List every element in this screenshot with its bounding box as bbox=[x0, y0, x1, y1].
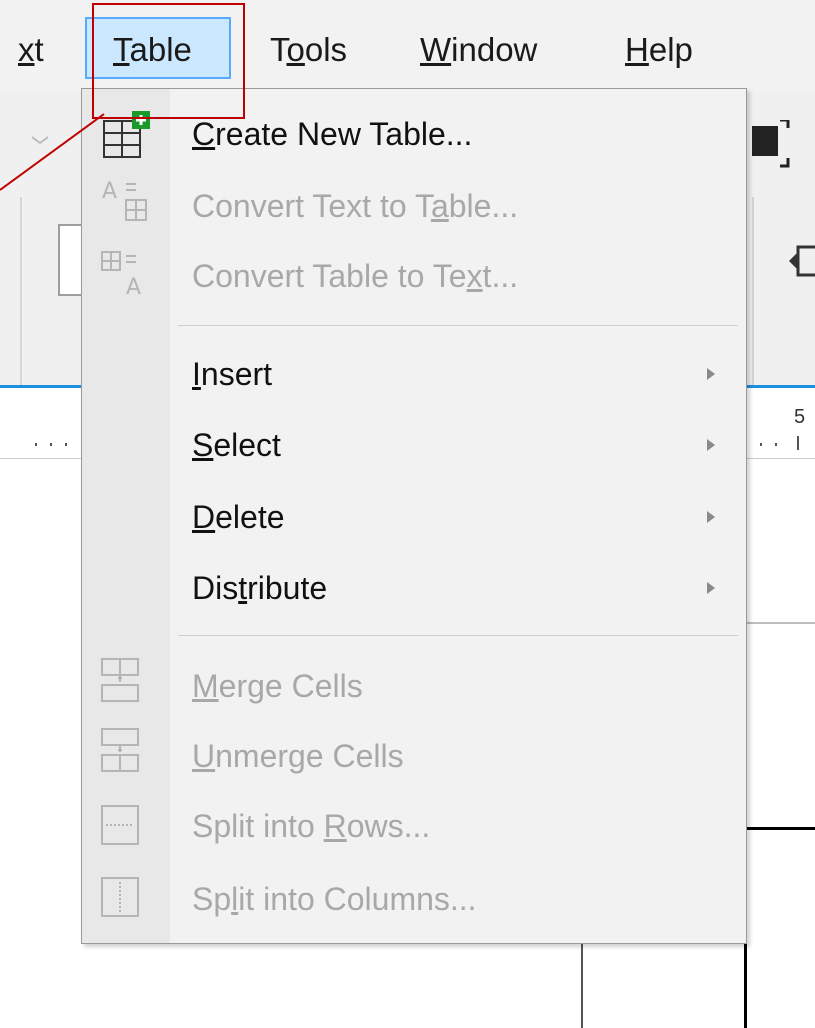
menu-item-insert[interactable]: Insert bbox=[192, 354, 272, 394]
submenu-arrow-icon bbox=[707, 582, 715, 594]
svg-text:A: A bbox=[126, 275, 141, 298]
convert-table-to-text-icon: A bbox=[100, 244, 154, 303]
fill-icon[interactable] bbox=[752, 118, 790, 168]
ruler-tick-label: 5 bbox=[794, 406, 806, 428]
menu-item-distribute[interactable]: Distribute bbox=[192, 568, 327, 608]
menu-item-select[interactable]: Select bbox=[192, 425, 281, 465]
page-border-horizontal bbox=[745, 827, 815, 830]
menu-separator bbox=[178, 325, 738, 326]
menu-item-merge-cells[interactable]: Merge Cells bbox=[192, 666, 363, 706]
menu-tools[interactable]: Tools bbox=[270, 30, 347, 70]
move-icon[interactable] bbox=[785, 237, 815, 287]
submenu-arrow-icon bbox=[707, 368, 715, 380]
menu-item-split-into-columns[interactable]: Split into Columns... bbox=[192, 879, 477, 919]
unmerge-cells-icon bbox=[100, 725, 154, 784]
split-rows-icon bbox=[100, 802, 154, 861]
submenu-arrow-icon bbox=[707, 439, 715, 451]
merge-cells-icon bbox=[100, 655, 154, 714]
menu-window[interactable]: Window bbox=[420, 30, 537, 70]
menu-help[interactable]: Help bbox=[625, 30, 693, 70]
toolbar-divider bbox=[20, 197, 22, 417]
menu-item-convert-text-to-table[interactable]: Convert Text to Table... bbox=[192, 186, 518, 226]
menu-separator bbox=[178, 635, 738, 636]
menu-item-convert-table-to-text[interactable]: Convert Table to Text... bbox=[192, 256, 518, 296]
canvas-guide bbox=[745, 622, 815, 624]
split-columns-icon bbox=[100, 874, 154, 933]
menu-text[interactable]: xt bbox=[18, 30, 44, 70]
menu-item-delete[interactable]: Delete bbox=[192, 497, 285, 537]
table-grid-line bbox=[581, 944, 583, 1028]
submenu-arrow-icon bbox=[707, 511, 715, 523]
annotation-highlight-box bbox=[92, 3, 245, 119]
menu-item-create-new-table[interactable]: Create New Table... bbox=[192, 114, 472, 154]
menu-item-split-into-rows[interactable]: Split into Rows... bbox=[192, 806, 430, 846]
table-dropdown-menu: Create New Table... A Convert Text to Ta… bbox=[81, 88, 747, 944]
annotation-leader-line bbox=[0, 113, 105, 191]
menu-item-unmerge-cells[interactable]: Unmerge Cells bbox=[192, 736, 404, 776]
toolbar-divider-right bbox=[752, 197, 754, 417]
